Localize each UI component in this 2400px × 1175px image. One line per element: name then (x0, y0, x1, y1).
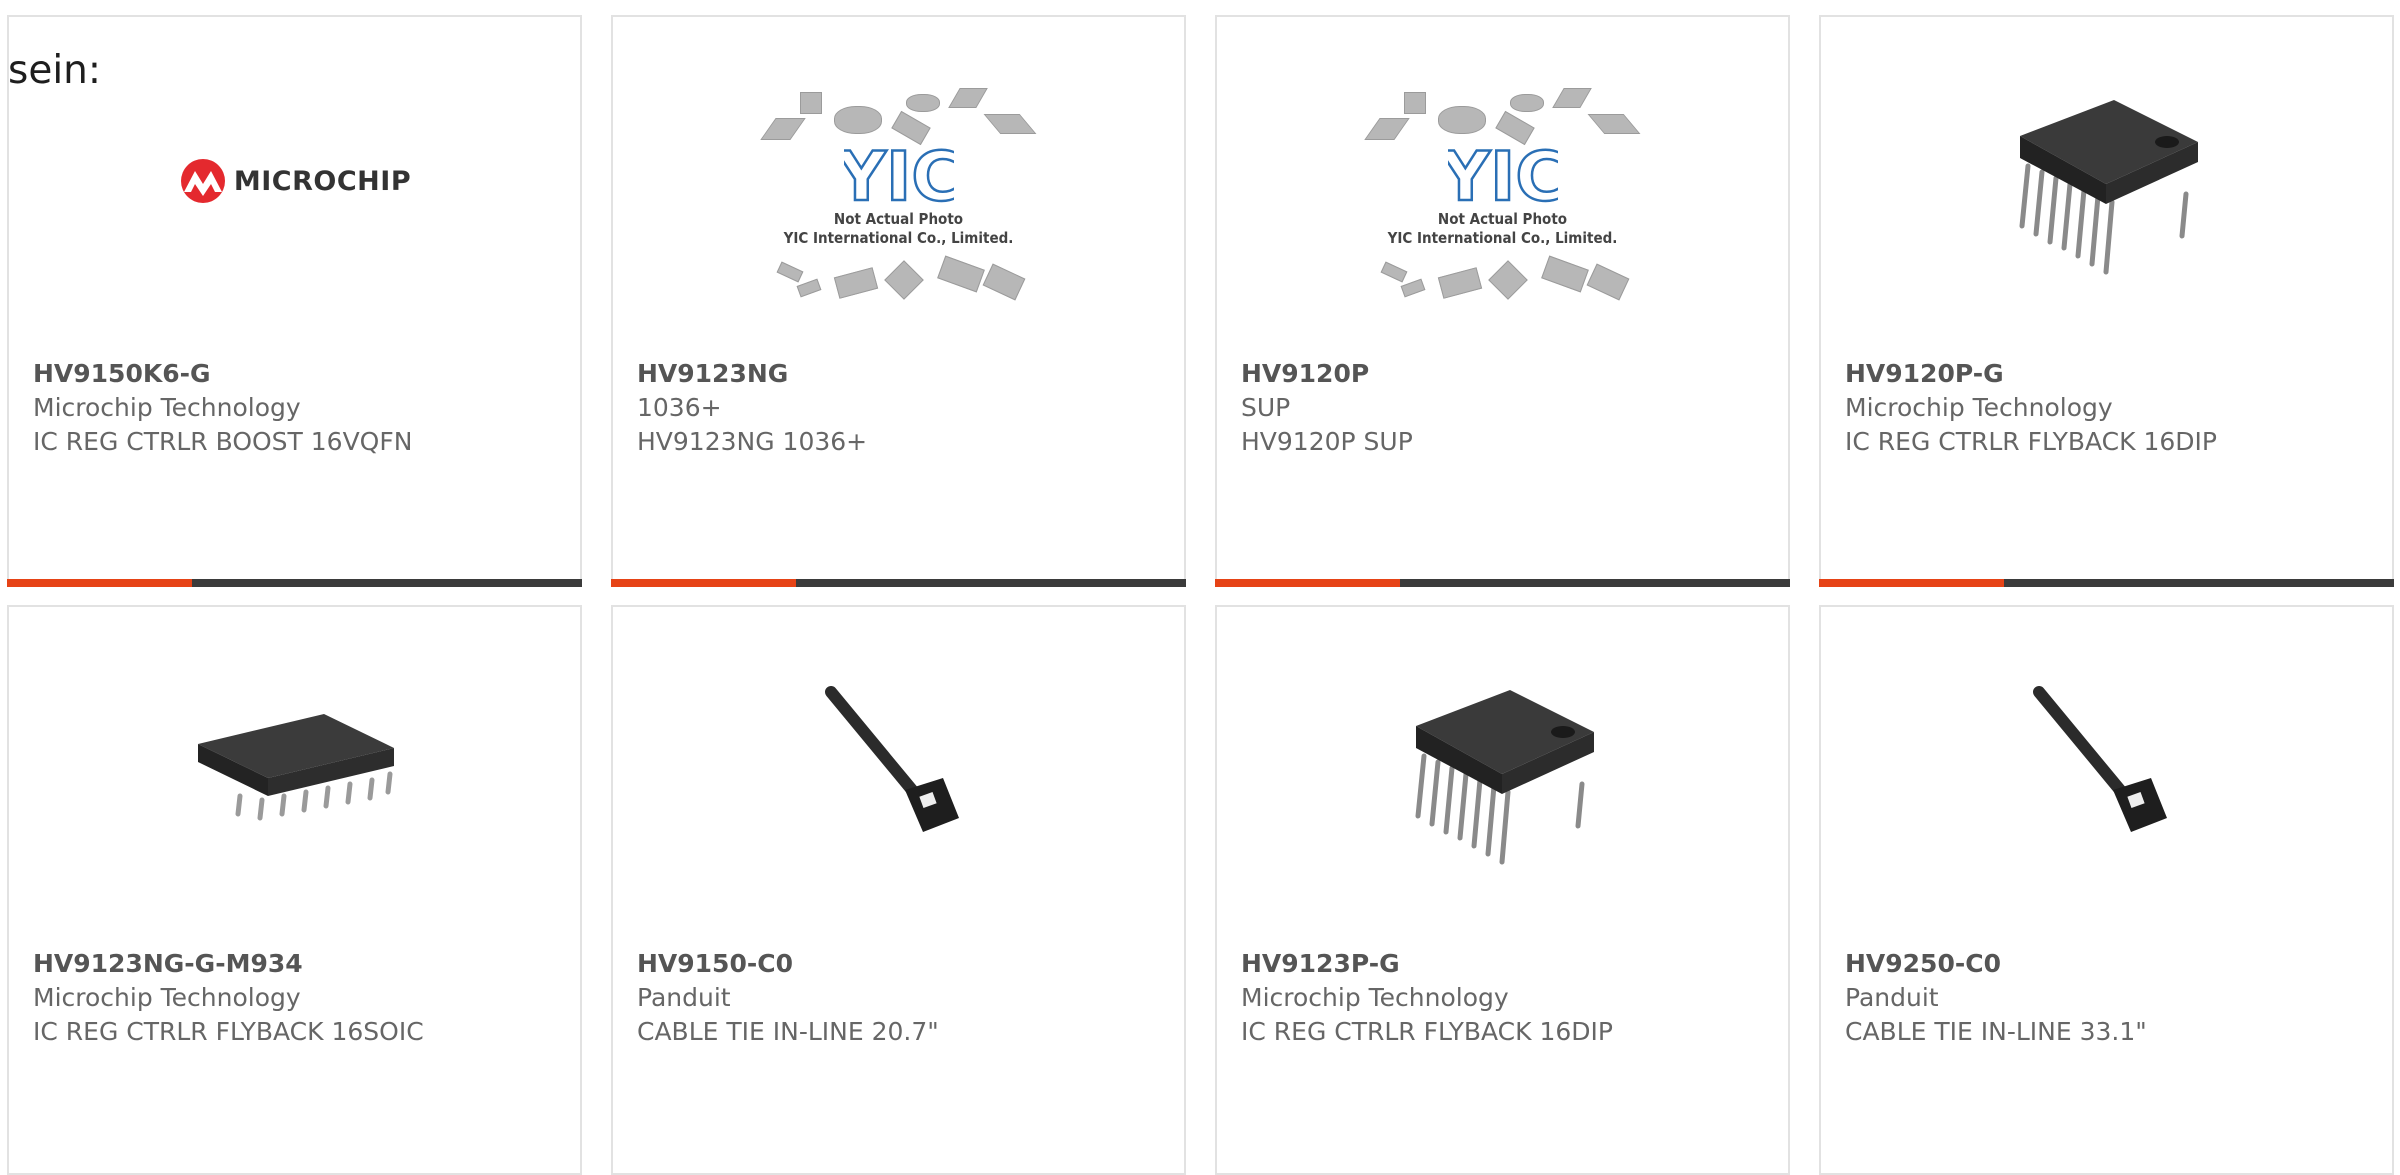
part-number[interactable]: HV9120P (1241, 357, 1778, 391)
manufacturer: Microchip Technology (33, 393, 301, 422)
yic-placeholder-image: YIC Not Actual Photo YIC International C… (1363, 84, 1640, 324)
part-number[interactable]: HV9123NG-G-M934 (33, 947, 570, 981)
product-card[interactable]: HV9120P-G Microchip Technology IC REG CT… (1819, 15, 2394, 587)
microchip-logo: MICROCHIP (178, 158, 411, 204)
part-number[interactable]: HV9123P-G (1241, 947, 1778, 981)
manufacturer: 1036+ (637, 393, 722, 422)
product-image[interactable]: YIC Not Actual Photo YIC International C… (1217, 69, 1788, 359)
manufacturer: SUP (1241, 393, 1291, 422)
product-info: HV9123NG 1036+ HV9123NG 1036+ (637, 357, 1174, 459)
part-number[interactable]: HV9150-C0 (637, 947, 1174, 981)
card-progress-bar (7, 579, 582, 587)
part-number[interactable]: HV9250-C0 (1845, 947, 2382, 981)
product-card[interactable]: YIC Not Actual Photo YIC International C… (1215, 15, 1790, 587)
product-image[interactable]: MICROCHIP (9, 69, 580, 359)
bar-accent (1215, 579, 1400, 587)
cable-tie-image (2032, 686, 2167, 832)
part-number[interactable]: HV9120P-G (1845, 357, 2382, 391)
product-card[interactable]: YIC Not Actual Photo YIC International C… (611, 15, 1186, 587)
dip16-chip-image (2019, 100, 2198, 275)
yic-logo: YIC (1448, 140, 1558, 206)
yic-logo: YIC (844, 140, 954, 206)
bar-accent (611, 579, 796, 587)
product-image[interactable] (9, 659, 580, 949)
product-description: HV9123NG 1036+ (637, 427, 868, 456)
product-info: HV9150K6-G Microchip Technology IC REG C… (33, 357, 570, 459)
card-progress-bar (1819, 579, 2394, 587)
product-card[interactable]: HV9250-C0 Panduit CABLE TIE IN-LINE 33.1… (1819, 605, 2394, 1175)
product-image[interactable] (1821, 69, 2392, 359)
bar-accent (1819, 579, 2004, 587)
manufacturer: Microchip Technology (33, 983, 301, 1012)
product-description: IC REG CTRLR FLYBACK 16DIP (1241, 1017, 1613, 1046)
product-info: HV9250-C0 Panduit CABLE TIE IN-LINE 33.1… (1845, 947, 2382, 1049)
placeholder-caption: Not Actual Photo YIC International Co., … (783, 210, 1014, 247)
product-card[interactable]: MICROCHIP HV9150K6-G Microchip Technolog… (7, 15, 582, 587)
cable-tie-image (824, 686, 959, 832)
bar-accent (7, 579, 192, 587)
dip16-chip-image (1415, 690, 1594, 865)
placeholder-caption: Not Actual Photo YIC International Co., … (1387, 210, 1618, 247)
product-image[interactable]: YIC Not Actual Photo YIC International C… (613, 69, 1184, 359)
product-card[interactable]: HV9150-C0 Panduit CABLE TIE IN-LINE 20.7… (611, 605, 1186, 1175)
product-image[interactable] (1217, 659, 1788, 949)
part-number[interactable]: HV9150K6-G (33, 357, 570, 391)
svg-text:YIC: YIC (1448, 140, 1558, 206)
product-description: CABLE TIE IN-LINE 33.1" (1845, 1017, 2147, 1046)
product-description: CABLE TIE IN-LINE 20.7" (637, 1017, 939, 1046)
card-progress-bar (611, 579, 1186, 587)
product-description: IC REG CTRLR FLYBACK 16SOIC (33, 1017, 424, 1046)
product-image[interactable] (613, 659, 1184, 949)
product-info: HV9120P SUP HV9120P SUP (1241, 357, 1778, 459)
soic16-chip-image (197, 714, 394, 821)
product-description: IC REG CTRLR BOOST 16VQFN (33, 427, 413, 456)
product-info: HV9120P-G Microchip Technology IC REG CT… (1845, 357, 2382, 459)
yic-placeholder-image: YIC Not Actual Photo YIC International C… (759, 84, 1036, 324)
svg-text:YIC: YIC (844, 140, 954, 206)
manufacturer: Microchip Technology (1845, 393, 2113, 422)
part-number[interactable]: HV9123NG (637, 357, 1174, 391)
product-image[interactable] (1821, 659, 2392, 949)
manufacturer: Microchip Technology (1241, 983, 1509, 1012)
product-card[interactable]: HV9123P-G Microchip Technology IC REG CT… (1215, 605, 1790, 1175)
manufacturer: Panduit (637, 983, 731, 1012)
brand-logo-text: MICROCHIP (233, 165, 412, 197)
product-description: HV9120P SUP (1241, 427, 1413, 456)
product-description: IC REG CTRLR FLYBACK 16DIP (1845, 427, 2217, 456)
product-card[interactable]: HV9123NG-G-M934 Microchip Technology IC … (7, 605, 582, 1175)
product-info: HV9123NG-G-M934 Microchip Technology IC … (33, 947, 570, 1049)
manufacturer: Panduit (1845, 983, 1939, 1012)
card-progress-bar (1215, 579, 1790, 587)
product-info: HV9150-C0 Panduit CABLE TIE IN-LINE 20.7… (637, 947, 1174, 1049)
lead-text: sein: (8, 48, 102, 93)
product-info: HV9123P-G Microchip Technology IC REG CT… (1241, 947, 1778, 1049)
